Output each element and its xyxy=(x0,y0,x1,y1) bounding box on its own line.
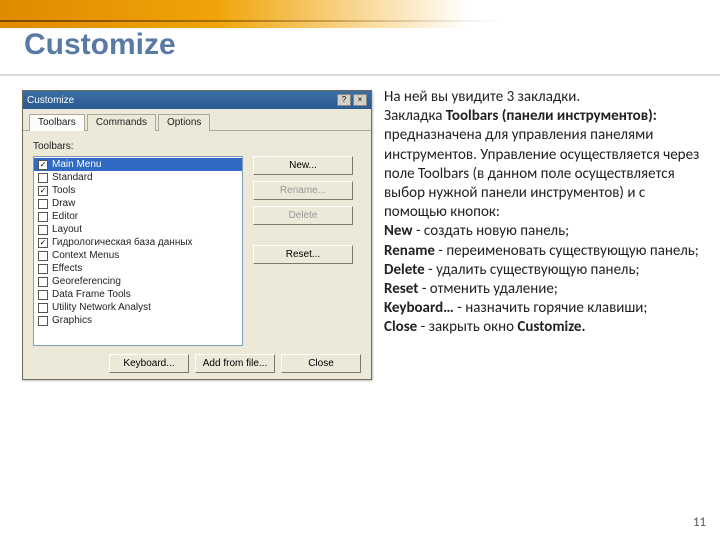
list-item[interactable]: Graphics xyxy=(34,314,242,327)
delete-button[interactable]: Delete xyxy=(253,206,353,225)
page-number: 11 xyxy=(693,515,706,530)
checkbox-icon[interactable] xyxy=(38,264,48,274)
right-buttons: New... Rename... Delete Reset... xyxy=(253,156,353,346)
keyboard-button[interactable]: Keyboard... xyxy=(109,354,189,373)
checkbox-icon[interactable] xyxy=(38,199,48,209)
page-title: Customize xyxy=(24,28,176,62)
checkbox-icon[interactable]: ✓ xyxy=(38,160,48,170)
page-header: Customize xyxy=(24,28,176,62)
list-item-label: Utility Network Analyst xyxy=(52,302,151,313)
list-item-label: Graphics xyxy=(52,315,92,326)
description-text: На ней вы увидите 3 закладки. Закладка T… xyxy=(384,88,702,337)
checkbox-icon[interactable] xyxy=(38,225,48,235)
list-item[interactable]: Standard xyxy=(34,171,242,184)
list-item-label: Гидрологическая база данных xyxy=(52,237,193,248)
list-item-label: Editor xyxy=(52,211,78,222)
list-item-label: Context Menus xyxy=(52,250,119,261)
toolbars-label: Toolbars: xyxy=(33,141,361,152)
titlebar-buttons: ? × xyxy=(337,94,367,106)
list-item[interactable]: Draw xyxy=(34,197,242,210)
tab-options[interactable]: Options xyxy=(158,114,210,131)
header-divider xyxy=(0,74,720,76)
list-item[interactable]: ✓ Main Menu xyxy=(34,158,242,171)
slide-banner xyxy=(0,0,720,28)
list-item[interactable]: ✓ Tools xyxy=(34,184,242,197)
rename-button[interactable]: Rename... xyxy=(253,181,353,200)
list-item-label: Draw xyxy=(52,198,75,209)
checkbox-icon[interactable] xyxy=(38,290,48,300)
reset-button[interactable]: Reset... xyxy=(253,245,353,264)
checkbox-icon[interactable] xyxy=(38,251,48,261)
checkbox-icon[interactable]: ✓ xyxy=(38,238,48,248)
list-item-label: Standard xyxy=(52,172,93,183)
list-item-label: Effects xyxy=(52,263,82,274)
list-item[interactable]: ✓ Гидрологическая база данных xyxy=(34,236,242,249)
list-item-label: Data Frame Tools xyxy=(52,289,131,300)
tab-toolbars[interactable]: Toolbars xyxy=(29,114,85,131)
list-item[interactable]: Data Frame Tools xyxy=(34,288,242,301)
addfromfile-button[interactable]: Add from file... xyxy=(195,354,275,373)
list-item-label: Georeferencing xyxy=(52,276,121,287)
checkbox-icon[interactable] xyxy=(38,212,48,222)
bottom-bar: Keyboard... Add from file... Close xyxy=(109,354,361,373)
list-item-label: Layout xyxy=(52,224,82,235)
checkbox-icon[interactable] xyxy=(38,277,48,287)
dialog-body: Toolbars: ✓ Main Menu Standard ✓ Tools Draw Ed… xyxy=(23,131,371,354)
close-icon[interactable]: × xyxy=(353,94,367,106)
checkbox-icon[interactable] xyxy=(38,303,48,313)
checkbox-icon[interactable] xyxy=(38,173,48,183)
checkbox-icon[interactable] xyxy=(38,316,48,326)
close-button[interactable]: Close xyxy=(281,354,361,373)
list-item-label: Tools xyxy=(52,185,75,196)
dialog-titlebar: Customize ? × xyxy=(23,91,371,109)
checkbox-icon[interactable]: ✓ xyxy=(38,186,48,196)
list-item[interactable]: Layout xyxy=(34,223,242,236)
list-item[interactable]: Context Menus xyxy=(34,249,242,262)
help-icon[interactable]: ? xyxy=(337,94,351,106)
toolbars-listbox-wrap: ✓ Main Menu Standard ✓ Tools Draw Editor Layout… xyxy=(33,156,243,346)
tab-commands[interactable]: Commands xyxy=(87,114,156,131)
list-item[interactable]: Georeferencing xyxy=(34,275,242,288)
dialog-title: Customize xyxy=(27,95,74,106)
list-item[interactable]: Utility Network Analyst xyxy=(34,301,242,314)
customize-dialog: Customize ? × Toolbars Commands Options … xyxy=(22,90,372,380)
new-button[interactable]: New... xyxy=(253,156,353,175)
list-item[interactable]: Effects xyxy=(34,262,242,275)
list-item[interactable]: Editor xyxy=(34,210,242,223)
toolbars-listbox[interactable]: ✓ Main Menu Standard ✓ Tools Draw Editor Layout… xyxy=(33,156,243,346)
tab-strip: Toolbars Commands Options xyxy=(23,109,371,131)
list-item-label: Main Menu xyxy=(52,159,101,170)
